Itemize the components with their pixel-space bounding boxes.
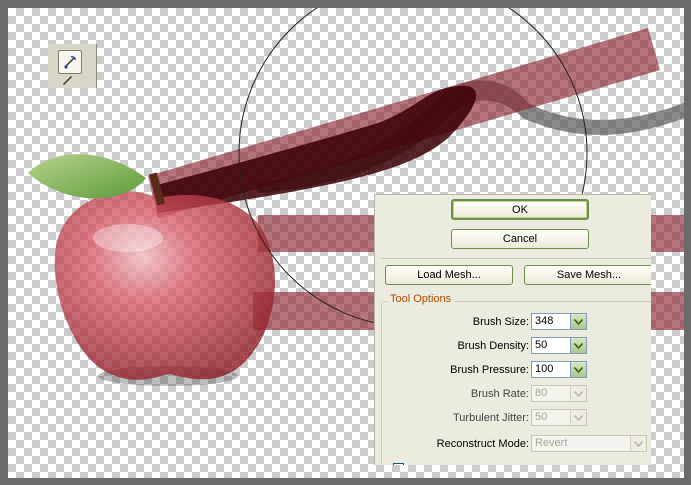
brush-size-label: Brush Size:	[472, 316, 529, 328]
brush-density-label: Brush Density:	[457, 340, 529, 352]
turbulent-jitter-label: Turbulent Jitter:	[452, 412, 529, 424]
forward-warp-tool-icon	[64, 56, 76, 69]
liquify-options-panel: OK Cancel Load Mesh... Save Mesh... Tool…	[374, 194, 651, 465]
brush-pressure-label: Brush Pressure:	[450, 364, 529, 376]
brush-tool-button[interactable]	[58, 74, 80, 86]
cancel-button[interactable]: Cancel	[451, 229, 589, 249]
forward-warp-tool-button[interactable]	[58, 50, 82, 74]
brush-rate-label: Brush Rate:	[470, 388, 529, 400]
reconstruct-mode-label: Reconstruct Mode:	[436, 438, 529, 450]
tools-panel	[48, 44, 97, 88]
brush-size-combo[interactable]: 348	[531, 313, 587, 330]
cancel-button-label: Cancel	[502, 233, 538, 245]
load-mesh-button-label: Load Mesh...	[417, 269, 481, 281]
option-checkbox[interactable]	[393, 463, 404, 465]
reconstruct-mode-select: Revert	[531, 435, 647, 452]
chevron-down-icon[interactable]	[570, 362, 586, 377]
turbulent-jitter-combo: 50	[531, 409, 587, 426]
ok-button-label: OK	[512, 203, 528, 216]
brush-density-value: 50	[535, 339, 548, 351]
save-mesh-button-label: Save Mesh...	[556, 269, 622, 281]
chevron-down-icon[interactable]	[570, 338, 586, 353]
brush-pressure-value: 100	[535, 363, 554, 375]
save-mesh-button[interactable]: Save Mesh...	[524, 265, 651, 285]
brush-rate-combo: 80	[531, 385, 587, 402]
load-mesh-button[interactable]: Load Mesh...	[385, 265, 513, 285]
tool-options-title: Tool Options	[387, 293, 455, 305]
chevron-down-icon	[630, 436, 646, 451]
reconstruct-mode-value: Revert	[535, 437, 568, 449]
chevron-down-icon	[570, 410, 586, 425]
brush-density-combo[interactable]: 50	[531, 337, 587, 354]
separator	[381, 258, 651, 259]
brush-pressure-combo[interactable]: 100	[531, 361, 587, 378]
image-canvas[interactable]: OK Cancel Load Mesh... Save Mesh... Tool…	[8, 8, 684, 478]
turbulent-jitter-value: 50	[535, 411, 548, 423]
ok-button[interactable]: OK	[451, 199, 589, 220]
chevron-down-icon	[570, 386, 586, 401]
brush-rate-value: 80	[535, 387, 548, 399]
chevron-down-icon[interactable]	[570, 314, 586, 329]
brush-icon	[63, 76, 72, 85]
brush-size-value: 348	[535, 315, 554, 327]
